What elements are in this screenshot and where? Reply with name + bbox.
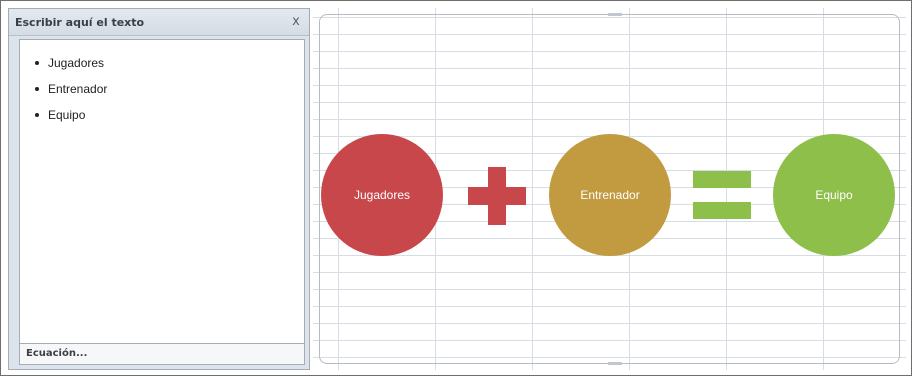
bullet-item-label: Entrenador [48, 82, 108, 96]
equals-icon [693, 171, 751, 219]
bullet-icon [35, 113, 39, 117]
bullet-icon [35, 87, 39, 91]
node-entrenador[interactable]: Entrenador [549, 134, 671, 256]
bullet-item-equipo[interactable]: Equipo [34, 102, 304, 128]
resize-handle-bottom[interactable] [608, 362, 622, 365]
close-icon[interactable]: x [289, 15, 303, 29]
bullet-item-label: Jugadores [48, 56, 105, 70]
text-pane: Escribir aquí el texto x Jugadores Entre… [8, 8, 310, 370]
plus-icon [468, 167, 526, 225]
worksheet-canvas: Jugadores Entrenador Equipo [313, 8, 906, 370]
smartart-editor-frame: Escribir aquí el texto x Jugadores Entre… [0, 0, 912, 376]
node-label: Jugadores [353, 188, 411, 202]
node-equipo[interactable]: Equipo [773, 134, 895, 256]
text-pane-footer: Ecuación... [19, 343, 305, 365]
text-pane-header: Escribir aquí el texto x [9, 9, 309, 36]
bullet-icon [35, 61, 39, 65]
resize-handle-top[interactable] [608, 13, 622, 16]
bullet-list: Jugadores Entrenador Equipo [20, 40, 304, 128]
bullet-item-label: Equipo [48, 108, 86, 122]
text-edit-area[interactable]: Jugadores Entrenador Equipo [19, 39, 305, 345]
text-pane-title: Escribir aquí el texto [15, 16, 145, 29]
node-label: Entrenador [580, 188, 640, 202]
node-label: Equipo [815, 188, 853, 202]
node-jugadores[interactable]: Jugadores [321, 134, 443, 256]
bullet-item-entrenador[interactable]: Entrenador [34, 76, 304, 102]
bullet-item-jugadores[interactable]: Jugadores [34, 50, 304, 76]
equation-link[interactable]: Ecuación... [26, 348, 87, 359]
